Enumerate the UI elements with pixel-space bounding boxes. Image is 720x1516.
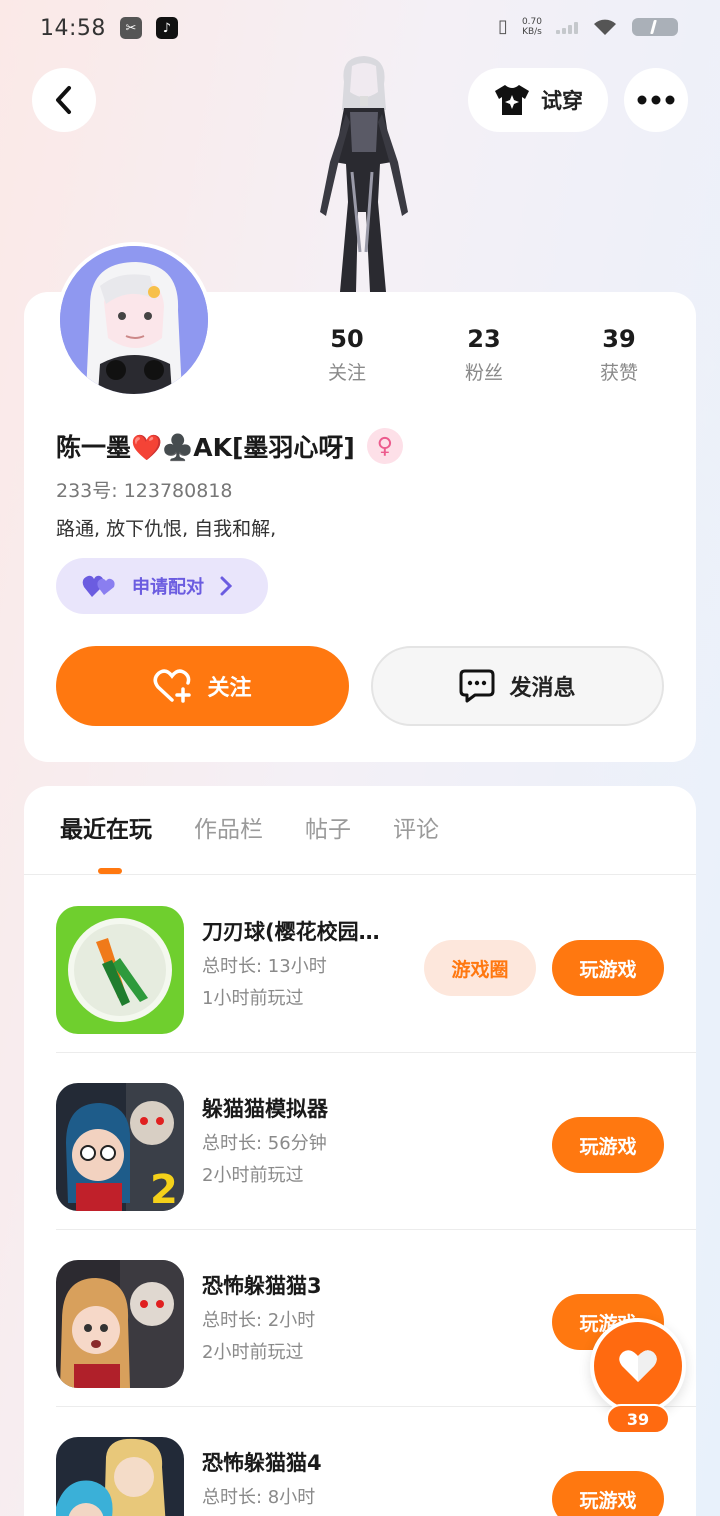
- game-duration: 总时长: 2小时: [202, 1310, 316, 1331]
- vibrate-icon: ▯: [498, 16, 508, 37]
- network-speed: 0.70 KB/s: [522, 17, 542, 37]
- play-game-button[interactable]: 玩游戏: [552, 1471, 664, 1516]
- game-last-played: 2小时前玩过: [202, 1342, 304, 1363]
- blade-ball-image: [56, 906, 184, 1034]
- content-tabs: 最近在玩 作品栏 帖子 评论: [60, 812, 439, 848]
- like-count-badge: 39: [606, 1404, 670, 1434]
- tab-comments[interactable]: 评论: [393, 812, 439, 848]
- stat-following-label: 关注: [327, 362, 366, 384]
- svg-text:2: 2: [150, 1167, 178, 1211]
- status-time: 14:58: [40, 15, 106, 41]
- send-message-label: 发消息: [509, 676, 576, 701]
- try-on-label: 试穿: [541, 89, 583, 113]
- pair-request-label: 申请配对: [132, 577, 204, 598]
- horror-hide-4-image: [56, 1437, 184, 1516]
- more-dots-icon: [637, 95, 675, 105]
- play-game-button[interactable]: 玩游戏: [552, 1117, 664, 1173]
- profile-bio: 路通, 放下仇恨, 自我和解,: [56, 518, 277, 540]
- female-gender-icon: ♀: [366, 428, 403, 464]
- stat-following-value: 50: [330, 325, 364, 353]
- network-speed-value: 0.70: [521, 16, 542, 27]
- tabs-divider: [24, 874, 696, 875]
- play-game-button[interactable]: 玩游戏: [552, 940, 664, 996]
- game-icon-horror-hide-3[interactable]: [56, 1260, 184, 1388]
- stat-following[interactable]: 50 关注: [302, 322, 392, 385]
- battery-icon: [632, 17, 678, 36]
- game-duration: 总时长: 13小时: [202, 956, 327, 977]
- game-icon-horror-hide-4[interactable]: [56, 1437, 184, 1516]
- game-list-item[interactable]: 刀刃球(樱花校园… 总时长: 13小时 1小时前玩过 游戏圈 玩游戏: [24, 876, 696, 1053]
- double-heart-icon: [82, 575, 115, 597]
- stat-likes-value: 39: [602, 325, 636, 353]
- chevron-left-icon: [56, 86, 71, 114]
- heart-plus-icon: [153, 669, 192, 703]
- stat-likes-label: 获赞: [599, 362, 638, 384]
- status-bar: 14:58 ✂ ♪ ▯ 0.70 KB/s: [0, 0, 720, 56]
- avatar-image: [60, 246, 208, 394]
- chevron-right-icon: [220, 576, 232, 596]
- network-speed-unit: KB/s: [522, 26, 542, 37]
- game-icon-blade-ball[interactable]: [56, 906, 184, 1034]
- game-list-item[interactable]: 恐怖躲猫猫4 总时长: 8小时 玩游戏: [24, 1407, 696, 1516]
- signal-icon: [556, 20, 578, 34]
- game-icon-hide-and-seek[interactable]: 2: [56, 1083, 184, 1211]
- game-list-item[interactable]: 2 躲猫猫模拟器 总时长: 56分钟 2小时前玩过 玩游戏: [24, 1053, 696, 1230]
- profile-avatar[interactable]: [56, 242, 212, 398]
- profile-uid[interactable]: 233号: 123780818: [56, 476, 233, 503]
- stat-fans-label: 粉丝: [464, 362, 503, 384]
- profile-name-row: 陈一墨❤️♣️AK[墨羽心呀] ♀: [56, 424, 403, 468]
- app-notification-icon: ✂: [119, 17, 142, 39]
- hide-and-seek-image: 2: [56, 1083, 184, 1211]
- follow-label: 关注: [207, 676, 252, 701]
- game-title: 恐怖躲猫猫3: [202, 1274, 322, 1298]
- game-duration: 总时长: 56分钟: [202, 1133, 327, 1154]
- tiktok-notification-icon: ♪: [155, 17, 178, 39]
- chat-bubble-icon: [459, 669, 495, 703]
- tshirt-icon: [495, 85, 529, 115]
- avatar-3d-figure[interactable]: [300, 52, 424, 292]
- like-button[interactable]: [590, 1318, 686, 1414]
- wifi-icon: [594, 19, 616, 35]
- follow-button[interactable]: 关注: [56, 646, 349, 726]
- heart-icon: [619, 1350, 657, 1382]
- game-title: 恐怖躲猫猫4: [202, 1451, 322, 1475]
- back-button[interactable]: [32, 68, 96, 132]
- profile-name: 陈一墨❤️♣️AK[墨羽心呀]: [56, 433, 355, 462]
- tab-works[interactable]: 作品栏: [194, 812, 263, 848]
- send-message-button[interactable]: 发消息: [371, 646, 664, 726]
- try-on-button[interactable]: 试穿: [468, 68, 608, 132]
- pair-request-button[interactable]: 申请配对: [56, 558, 268, 614]
- tab-recently-played[interactable]: 最近在玩: [60, 812, 152, 848]
- game-title: 躲猫猫模拟器: [202, 1097, 328, 1121]
- game-title: 刀刃球(樱花校园…: [202, 920, 380, 944]
- game-circle-button[interactable]: 游戏圈: [424, 940, 536, 996]
- game-duration: 总时长: 8小时: [202, 1487, 316, 1508]
- horror-hide-3-image: [56, 1260, 184, 1388]
- tab-posts[interactable]: 帖子: [305, 812, 351, 848]
- game-last-played: 1小时前玩过: [202, 988, 304, 1009]
- stat-likes[interactable]: 39 获赞: [574, 322, 664, 385]
- stat-fans[interactable]: 23 粉丝: [439, 322, 529, 385]
- stat-fans-value: 23: [467, 325, 501, 353]
- more-button[interactable]: [624, 68, 688, 132]
- game-last-played: 2小时前玩过: [202, 1165, 304, 1186]
